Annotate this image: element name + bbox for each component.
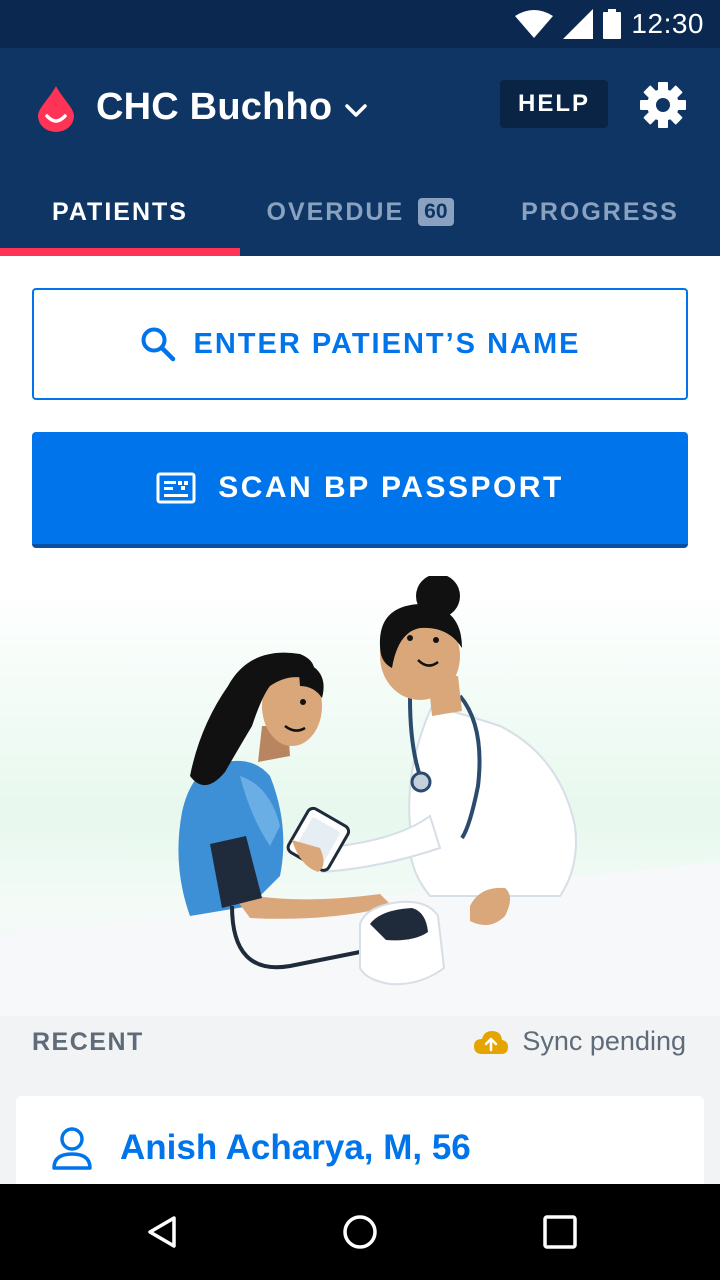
app-bar: CHC Buchho HELP PATIENTS OVERDUE 60 PROG… — [0, 48, 720, 256]
chevron-down-icon — [345, 103, 368, 117]
home-icon[interactable] — [340, 1212, 380, 1252]
patients-tab-content: ENTER PATIENT’S NAME SCAN BP PASSPORT RE… — [0, 256, 720, 1216]
id-card-scan-icon — [156, 472, 196, 504]
bp-measurement-illustration — [0, 576, 720, 1016]
active-tab-indicator — [0, 248, 240, 256]
search-icon — [141, 327, 175, 362]
system-nav-bar — [0, 1184, 720, 1280]
back-icon[interactable] — [142, 1212, 182, 1252]
person-icon — [52, 1127, 92, 1170]
wifi-icon — [515, 10, 554, 38]
search-placeholder: ENTER PATIENT’S NAME — [193, 327, 581, 360]
sync-status: Sync pending — [474, 1026, 686, 1057]
scan-bp-passport-button[interactable]: SCAN BP PASSPORT — [32, 432, 688, 548]
tab-patients-label: PATIENTS — [52, 197, 188, 226]
sync-status-text: Sync pending — [522, 1026, 686, 1056]
recents-icon[interactable] — [540, 1212, 580, 1252]
overdue-count-badge: 60 — [418, 198, 454, 226]
tab-bar: PATIENTS OVERDUE 60 PROGRESS — [0, 168, 720, 256]
help-button[interactable]: HELP — [500, 80, 608, 128]
app-screen: 12:30 CHC Buchho HELP PATIENTS OVERDUE 6… — [0, 0, 720, 1280]
tab-overdue[interactable]: OVERDUE 60 — [240, 168, 480, 256]
gear-icon[interactable] — [640, 82, 686, 128]
blood-drop-logo-icon — [38, 86, 74, 132]
patient-search-input[interactable]: ENTER PATIENT’S NAME — [32, 288, 688, 400]
tab-progress-label: PROGRESS — [521, 197, 679, 226]
status-time: 12:30 — [631, 8, 704, 39]
tab-progress[interactable]: PROGRESS — [480, 168, 720, 256]
facility-selector[interactable]: CHC Buchho — [96, 86, 368, 129]
list-item: Anish Acharya, M, 56 — [52, 1126, 471, 1170]
facility-name: CHC Buchho — [96, 86, 333, 128]
tab-patients[interactable]: PATIENTS — [0, 168, 240, 256]
scan-button-label: SCAN BP PASSPORT — [218, 471, 564, 504]
tab-overdue-label: OVERDUE — [266, 197, 405, 226]
patient-name: Anish Acharya, M, 56 — [120, 1128, 471, 1167]
status-bar: 12:30 — [0, 0, 720, 48]
battery-icon — [603, 9, 622, 39]
status-icons: 12:30 — [515, 8, 704, 40]
cloud-upload-icon — [474, 1030, 509, 1054]
signal-icon — [563, 9, 594, 39]
recent-section-heading: RECENT — [32, 1028, 144, 1056]
